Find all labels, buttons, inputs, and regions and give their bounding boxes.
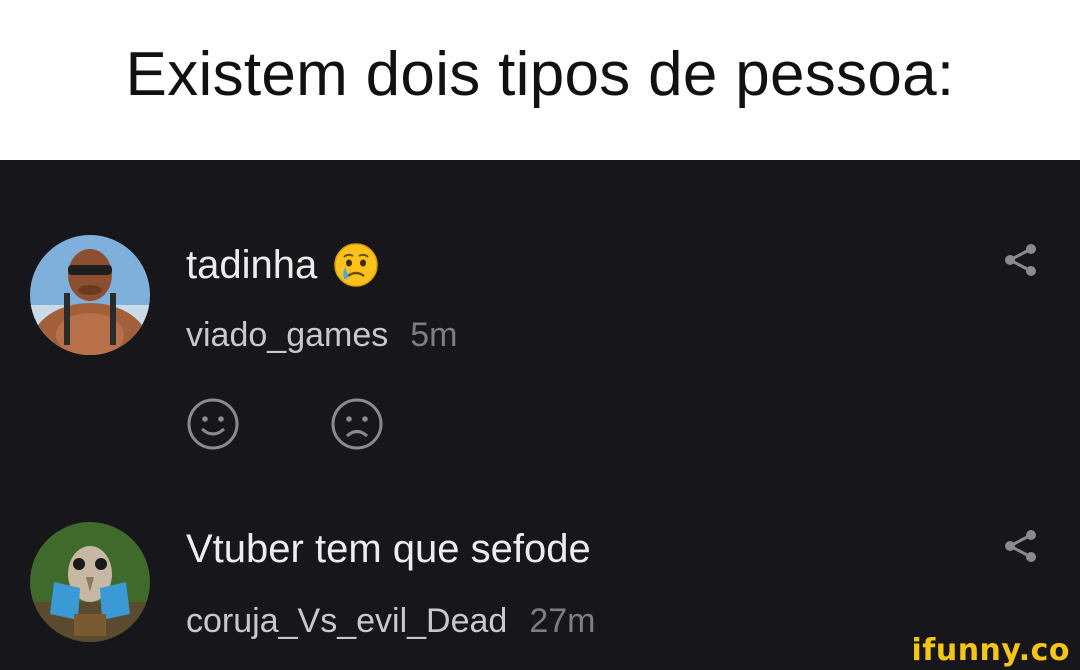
timestamp: 5m	[410, 316, 458, 354]
comment-meta: viado_games 5m	[186, 316, 457, 355]
header: Existem dois tipos de pessoa:	[0, 0, 1080, 160]
avatar[interactable]	[30, 235, 150, 355]
crying-face-emoji-icon	[334, 243, 378, 287]
timestamp: 27m	[529, 602, 596, 640]
username-link[interactable]: viado_games	[186, 316, 388, 354]
comment-text: Vtuber tem que sefode	[186, 527, 591, 572]
avatar[interactable]	[30, 522, 150, 642]
ifunny-watermark: ifunny.co	[911, 633, 1070, 668]
share-icon[interactable]	[1000, 240, 1040, 280]
frown-reaction-icon[interactable]	[329, 396, 385, 452]
avatar-image	[30, 235, 150, 355]
comment-body: Vtuber tem que sefode	[186, 527, 591, 571]
comment-text: tadinha	[186, 242, 379, 288]
comment-meta: coruja_Vs_evil_Dead 27m	[186, 602, 595, 641]
share-icon[interactable]	[1000, 526, 1040, 566]
comment-body: tadinha	[186, 242, 318, 287]
smile-reaction-icon[interactable]	[185, 396, 241, 452]
avatar-image	[30, 522, 150, 642]
username-link[interactable]: coruja_Vs_evil_Dead	[186, 602, 507, 640]
meme-caption: Existem dois tipos de pessoa:	[125, 39, 955, 109]
comment-list: tadinha viado_games 5m Vtuber tem que se…	[0, 160, 1080, 670]
